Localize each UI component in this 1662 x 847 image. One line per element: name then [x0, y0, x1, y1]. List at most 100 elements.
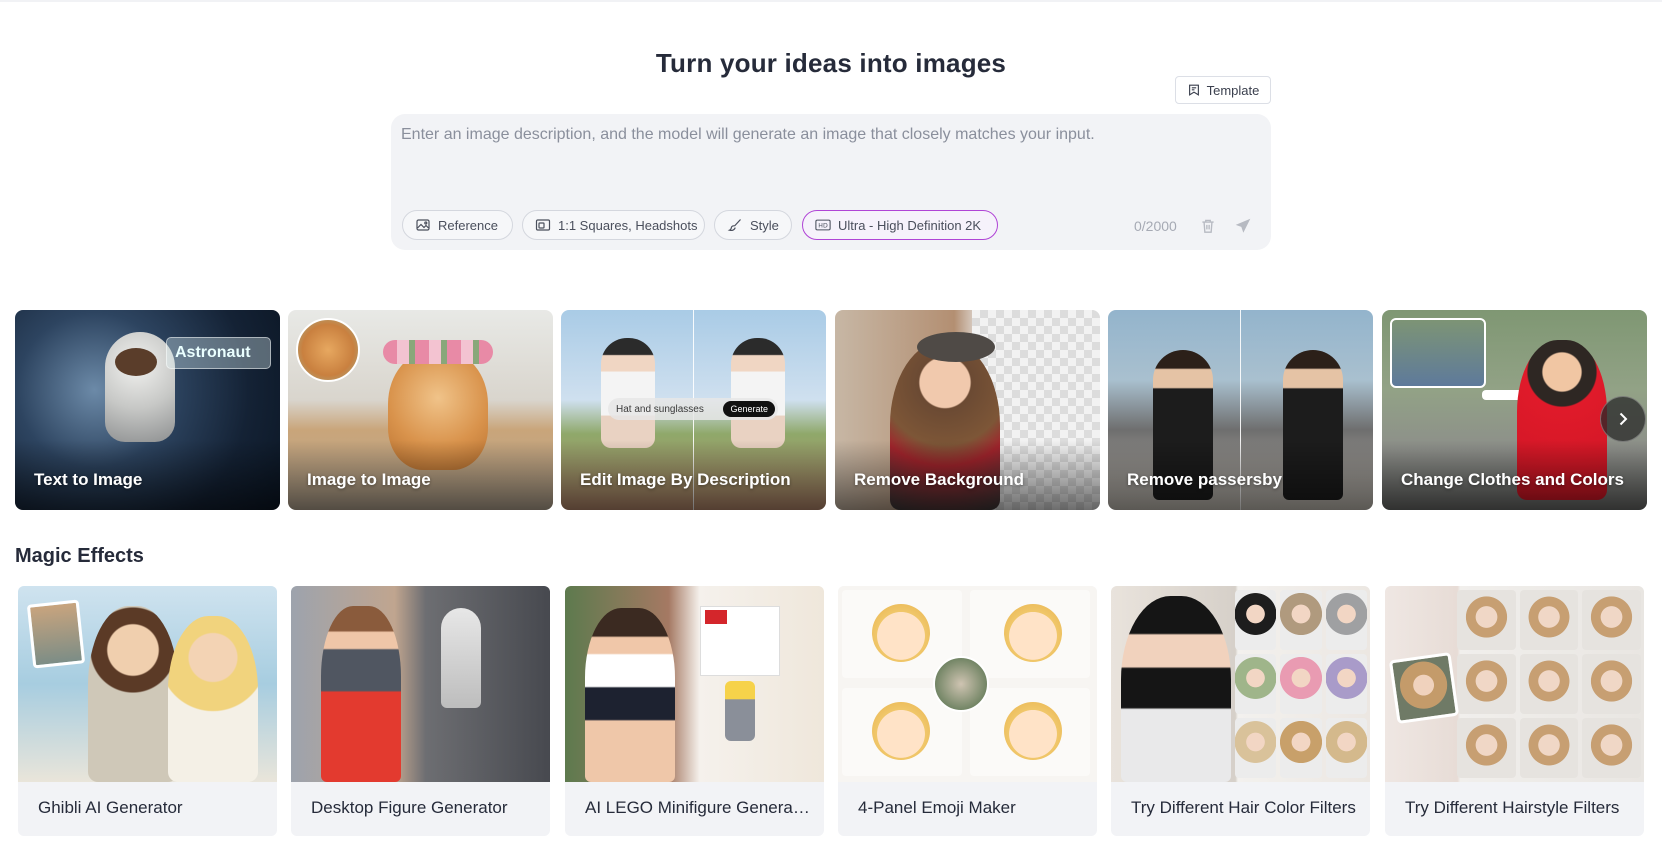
tools-carousel: Astronaut Text to Image Image to Image H… — [15, 310, 1662, 510]
emoji-face — [872, 604, 930, 662]
effect-label: Try Different Hairstyle Filters — [1405, 798, 1620, 817]
emoji-face — [872, 702, 930, 760]
runner-after — [731, 338, 785, 448]
hair-variant — [1280, 590, 1322, 650]
source-image-thumb — [296, 318, 360, 382]
hairstyle-variant — [1582, 654, 1641, 714]
baseball-girl — [585, 608, 675, 782]
hair-variant — [1325, 718, 1367, 778]
effect-label: 4-Panel Emoji Maker — [858, 798, 1016, 817]
hairstyle-variant — [1582, 718, 1641, 778]
hairstyle-variant — [1457, 654, 1516, 714]
lego-minifigure — [725, 681, 755, 741]
send-icon[interactable] — [1234, 217, 1252, 235]
hd-icon: HD — [815, 219, 831, 231]
hair-color-grid — [1235, 590, 1367, 778]
hairstyle-variant — [1582, 590, 1641, 650]
tool-remove-background[interactable]: Remove Background — [835, 310, 1100, 510]
effect-image — [291, 586, 550, 782]
hair-variant — [1280, 654, 1322, 714]
hair-variant — [1325, 590, 1367, 650]
tool-label: Remove Background — [854, 470, 1025, 489]
aspect-ratio-button[interactable]: 1:1 Squares, Headshots — [522, 210, 705, 240]
effect-label: Ghibli AI Generator — [38, 798, 183, 817]
aspect-ratio-label: 1:1 Squares, Headshots — [558, 217, 698, 233]
template-icon — [1188, 84, 1199, 96]
figure-girl — [321, 606, 401, 782]
tool-remove-passersby[interactable]: Remove passersby — [1108, 310, 1373, 510]
page-title: Turn your ideas into images — [655, 48, 1007, 78]
lego-logo — [705, 610, 727, 624]
carousel-next-button[interactable] — [1600, 396, 1646, 442]
tool-text-to-image[interactable]: Astronaut Text to Image — [15, 310, 280, 510]
style-label: Style — [750, 217, 779, 233]
prompt-input[interactable]: Enter an image description, and the mode… — [401, 126, 1095, 144]
hair-variant — [1235, 718, 1277, 778]
effect-image — [1385, 586, 1644, 782]
tool-label: Image to Image — [307, 470, 431, 489]
effect-card-lego-minifigure[interactable]: AI LEGO Minifigure Generator — [565, 586, 824, 836]
edit-prompt-pill: Hat and sunglasses Generate — [608, 398, 778, 420]
hairstyle-grid — [1457, 590, 1641, 778]
prompt-panel: Enter an image description, and the mode… — [391, 114, 1271, 250]
hd-badge-text: HD — [818, 223, 828, 230]
hair-variant — [1280, 718, 1322, 778]
hair-variant — [1325, 654, 1367, 714]
template-label: Template — [1206, 82, 1260, 98]
effect-card-emoji-maker[interactable]: 4-Panel Emoji Maker — [838, 586, 1097, 836]
hat-illustration — [917, 332, 995, 362]
anime-girl — [168, 616, 258, 782]
runner-before — [601, 338, 655, 448]
reference-label: Reference — [438, 217, 498, 233]
anime-boy — [88, 606, 178, 782]
woman-portrait — [1121, 596, 1231, 782]
effect-card-hairstyle[interactable]: Try Different Hairstyle Filters — [1385, 586, 1644, 836]
effect-card-desktop-figure[interactable]: Desktop Figure Generator — [291, 586, 550, 836]
effect-label: AI LEGO Minifigure Generator — [585, 798, 810, 817]
image-icon — [416, 219, 430, 231]
top-divider — [0, 0, 1662, 2]
hairstyle-variant — [1519, 590, 1579, 650]
effect-image — [1111, 586, 1370, 782]
brush-icon — [727, 219, 741, 232]
effect-image — [18, 586, 277, 782]
emoji-panel — [970, 688, 1090, 776]
effect-card-ghibli[interactable]: Ghibli AI Generator — [18, 586, 277, 836]
hair-variant — [1235, 654, 1277, 714]
astronaut-prompt-tag: Astronaut — [166, 337, 271, 369]
source-photo-thumb — [933, 656, 989, 712]
tool-label: Text to Image — [34, 470, 143, 489]
hairstyle-variant — [1457, 590, 1516, 650]
effect-image — [565, 586, 824, 782]
effect-label: Try Different Hair Color Filters — [1131, 798, 1356, 817]
effect-image — [838, 586, 1097, 782]
source-image-thumb — [1390, 318, 1486, 388]
effect-card-hair-color[interactable]: Try Different Hair Color Filters — [1111, 586, 1370, 836]
template-button[interactable]: Template — [1175, 76, 1271, 104]
hairstyle-variant — [1519, 654, 1579, 714]
tool-image-to-image[interactable]: Image to Image — [288, 310, 553, 510]
arrow-illustration — [1482, 390, 1522, 400]
quality-button[interactable]: HD Ultra - High Definition 2K — [802, 210, 998, 240]
aspect-ratio-icon — [535, 219, 551, 231]
tool-label: Change Clothes and Colors — [1401, 470, 1624, 489]
emoji-face — [1004, 702, 1062, 760]
flower-wreath — [383, 340, 493, 364]
astronaut-visor — [115, 348, 157, 376]
hairstyle-variant — [1457, 718, 1516, 778]
magic-effects-grid: Ghibli AI Generator Desktop Figure Gener… — [18, 586, 1662, 836]
emoji-panel — [970, 590, 1090, 678]
quality-label: Ultra - High Definition 2K — [838, 217, 982, 233]
char-counter: 0/2000 — [1134, 218, 1177, 234]
tool-edit-by-description[interactable]: Hat and sunglasses Generate Edit Image B… — [561, 310, 826, 510]
figure-statue — [441, 608, 481, 708]
effect-label: Desktop Figure Generator — [311, 798, 508, 817]
edit-prompt-text: Hat and sunglasses — [616, 403, 704, 415]
trash-icon[interactable] — [1199, 217, 1217, 235]
chevron-right-icon — [1619, 412, 1628, 426]
section-title-magic-effects: Magic Effects — [15, 545, 144, 567]
hair-variant — [1235, 590, 1277, 650]
style-button[interactable]: Style — [714, 210, 792, 240]
hairstyle-variant — [1519, 718, 1579, 778]
reference-button[interactable]: Reference — [402, 210, 513, 240]
